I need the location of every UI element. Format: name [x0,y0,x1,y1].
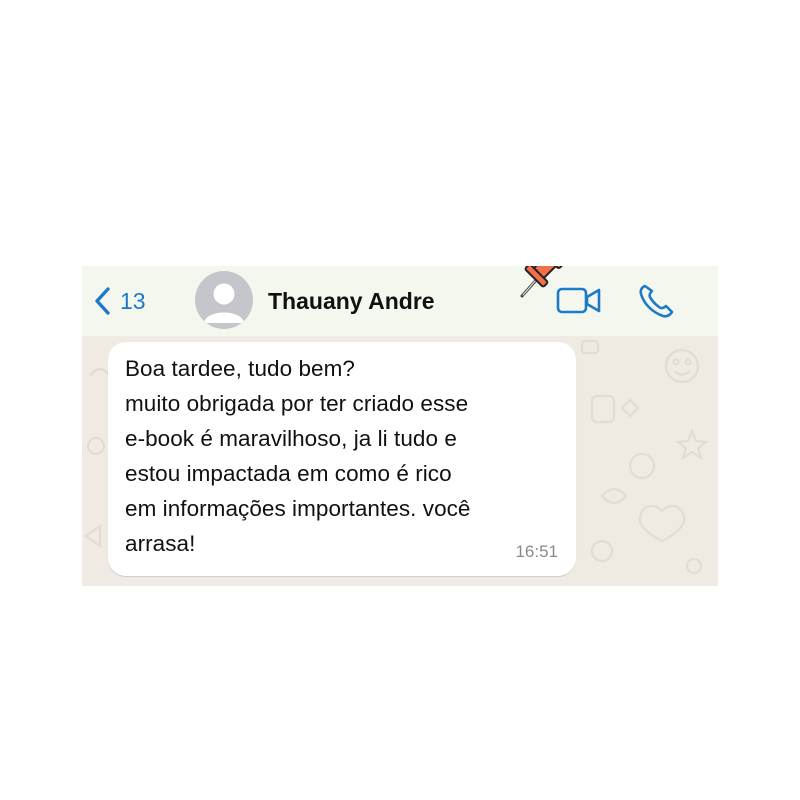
back-button[interactable]: 13 [94,286,146,316]
phone-icon[interactable] [638,283,676,319]
chat-area: Boa tardee, tudo bem? muito obrigada por… [82,336,718,586]
message-line: estou impactada em como é rico [125,461,452,486]
message-timestamp: 16:51 [515,542,558,561]
avatar[interactable] [195,271,253,329]
message-bubble[interactable]: Boa tardee, tudo bem? muito obrigada por… [108,342,576,576]
message-line: em informações importantes. você [125,496,471,521]
chat-screenshot-card: 13 Thauany Andre Boa tardee, tudo bem? m… [82,266,718,586]
message-line: Boa tardee, tudo bem? [125,356,355,381]
contact-name[interactable]: Thauany Andre [268,286,435,316]
video-camera-icon[interactable] [556,286,602,316]
chevron-left-icon [95,287,110,315]
default-avatar-icon [204,283,244,323]
unread-count: 13 [120,287,146,314]
message-line: e-book é maravilhoso, ja li tudo e [125,426,457,451]
message-line: muito obrigada por ter criado esse [125,391,469,416]
chat-header: 13 Thauany Andre [82,266,718,336]
message-line: arrasa! [125,531,196,556]
